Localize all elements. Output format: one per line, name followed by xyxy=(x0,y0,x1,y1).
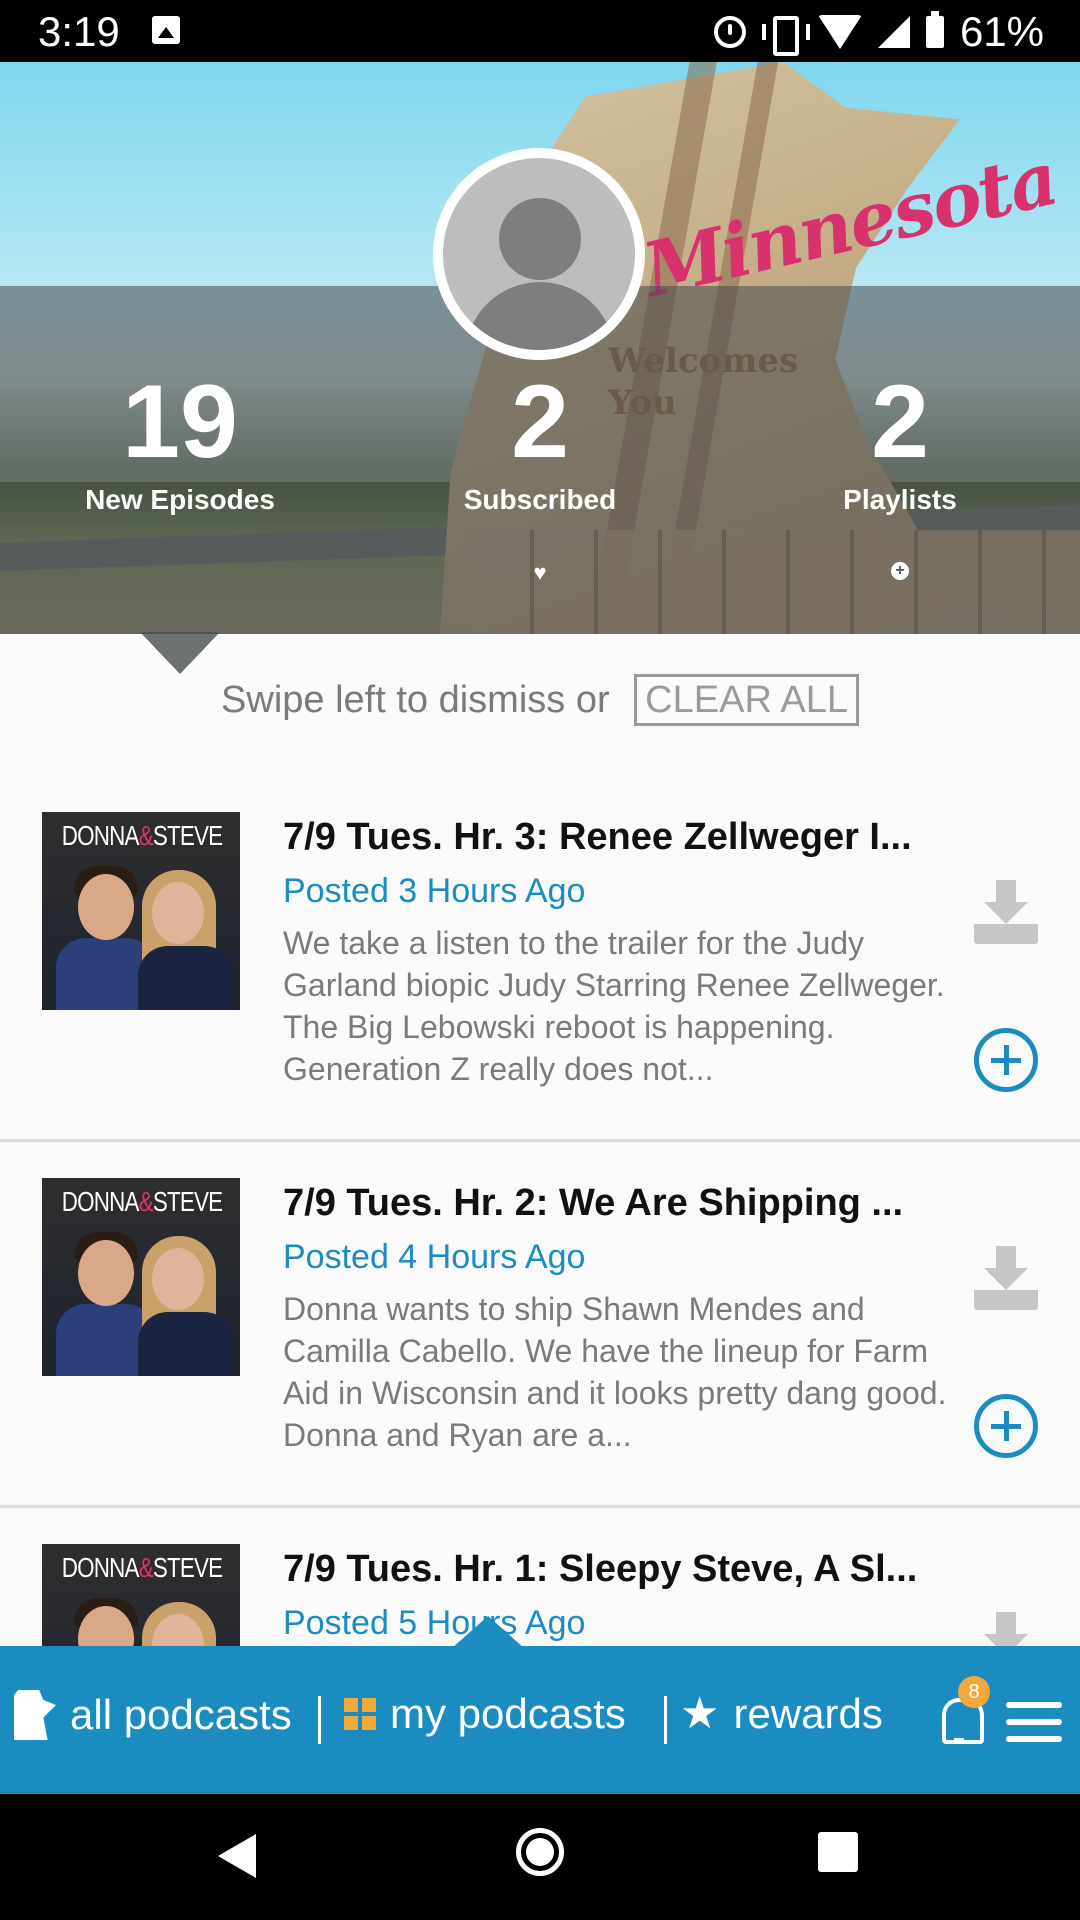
vibrate-icon xyxy=(761,16,810,56)
episode-title[interactable]: 7/9 Tues. Hr. 2: We Are Shipping ... xyxy=(283,1182,953,1225)
stat-label: Subscribed xyxy=(463,484,617,515)
stat-value: 19 xyxy=(122,364,238,480)
stat-value: 2 xyxy=(871,364,929,480)
episode-title[interactable]: 7/9 Tues. Hr. 3: Renee Zellweger I... xyxy=(283,816,953,859)
add-to-playlist-icon[interactable] xyxy=(974,1394,1038,1458)
nav-my-podcasts-label: my podcasts xyxy=(390,1690,626,1737)
battery-icon xyxy=(925,11,944,48)
episode-thumbnail[interactable]: DONNA&STEVE xyxy=(42,1178,240,1376)
recent-apps-icon[interactable] xyxy=(818,1832,858,1872)
avatar-head xyxy=(499,198,581,280)
stat-subscribed[interactable]: 2 Subscribed ♥ xyxy=(380,362,700,584)
download-icon[interactable] xyxy=(974,1612,1038,1646)
thumbnail-title: DONNA&STEVE xyxy=(61,1552,223,1583)
bottom-nav: all podcasts my podcasts ★ rewards 8 xyxy=(0,1646,1080,1794)
home-icon[interactable] xyxy=(516,1828,564,1876)
avatar-body xyxy=(465,282,615,350)
episode-description: Donna wants to ship Shawn Mendes and Cam… xyxy=(283,1291,947,1453)
thumbnail-title: DONNA&STEVE xyxy=(61,1186,223,1217)
nav-all-podcasts-label: all podcasts xyxy=(70,1691,292,1738)
episode-thumbnail[interactable]: DONNA&STEVE xyxy=(42,812,240,1010)
image-icon xyxy=(152,16,180,44)
episode-posted: Posted 4 Hours Ago xyxy=(283,1238,586,1276)
plus-icon: + xyxy=(891,562,909,580)
download-icon[interactable] xyxy=(974,1246,1038,1310)
episode-row[interactable]: DONNA&STEVE 7/9 Tues. Hr. 1: Sleepy Stev… xyxy=(0,1508,1080,1646)
star-icon: ★ xyxy=(680,1689,720,1738)
swipe-text: Swipe left to dismiss or xyxy=(221,679,610,721)
nav-rewards-label: rewards xyxy=(733,1690,883,1737)
nav-pointer xyxy=(452,1616,524,1648)
section-pointer xyxy=(140,632,220,674)
nav-rewards[interactable]: ★ rewards xyxy=(680,1690,883,1738)
episode-thumbnail[interactable]: DONNA&STEVE xyxy=(42,1544,240,1646)
thumbnail-title: DONNA&STEVE xyxy=(61,820,223,851)
episode-list: DONNA&STEVE 7/9 Tues. Hr. 3: Renee Zellw… xyxy=(0,776,1080,1646)
stat-value: 2 xyxy=(511,364,569,480)
wifi-icon xyxy=(817,15,862,49)
notification-badge: 8 xyxy=(958,1676,990,1708)
nav-all-podcasts[interactable]: all podcasts xyxy=(14,1690,292,1740)
signal-icon xyxy=(877,16,910,48)
nav-separator xyxy=(664,1696,667,1744)
add-to-playlist-icon[interactable] xyxy=(974,1028,1038,1092)
swipe-instruction: Swipe left to dismiss or CLEAR ALL xyxy=(0,674,1080,726)
stat-playlists[interactable]: 2 Playlists + xyxy=(740,362,1060,580)
avatar-placeholder-icon xyxy=(443,158,635,350)
status-icons: 61% xyxy=(713,8,1044,56)
nav-separator xyxy=(318,1696,321,1744)
grid-icon xyxy=(344,1698,376,1730)
system-nav-bar xyxy=(0,1794,1080,1920)
status-time: 3:19 xyxy=(38,8,120,55)
stat-label: New Episodes xyxy=(85,484,275,515)
episode-posted: Posted 5 Hours Ago xyxy=(283,1604,586,1642)
episode-row[interactable]: DONNA&STEVE 7/9 Tues. Hr. 2: We Are Ship… xyxy=(0,1142,1080,1508)
episode-row[interactable]: DONNA&STEVE 7/9 Tues. Hr. 3: Renee Zellw… xyxy=(0,776,1080,1142)
minnesota-icon xyxy=(14,1690,56,1740)
stat-label: Playlists xyxy=(843,484,957,515)
heart-icon: ♥ xyxy=(533,560,547,585)
clear-all-button[interactable]: CLEAR ALL xyxy=(634,674,859,726)
back-icon[interactable] xyxy=(218,1834,256,1878)
episode-posted: Posted 3 Hours Ago xyxy=(283,872,586,910)
status-bar: 3:19 61% xyxy=(0,0,1080,62)
episode-description: We take a listen to the trailer for the … xyxy=(283,925,945,1087)
download-icon[interactable] xyxy=(974,880,1038,944)
alarm-icon xyxy=(713,16,746,48)
episode-title[interactable]: 7/9 Tues. Hr. 1: Sleepy Steve, A Sl... xyxy=(283,1548,953,1591)
battery-percent: 61% xyxy=(959,8,1044,55)
avatar[interactable] xyxy=(433,148,645,360)
menu-icon[interactable] xyxy=(1006,1702,1062,1742)
nav-my-podcasts[interactable]: my podcasts xyxy=(344,1690,626,1738)
stat-new-episodes[interactable]: 19 New Episodes xyxy=(20,362,340,516)
